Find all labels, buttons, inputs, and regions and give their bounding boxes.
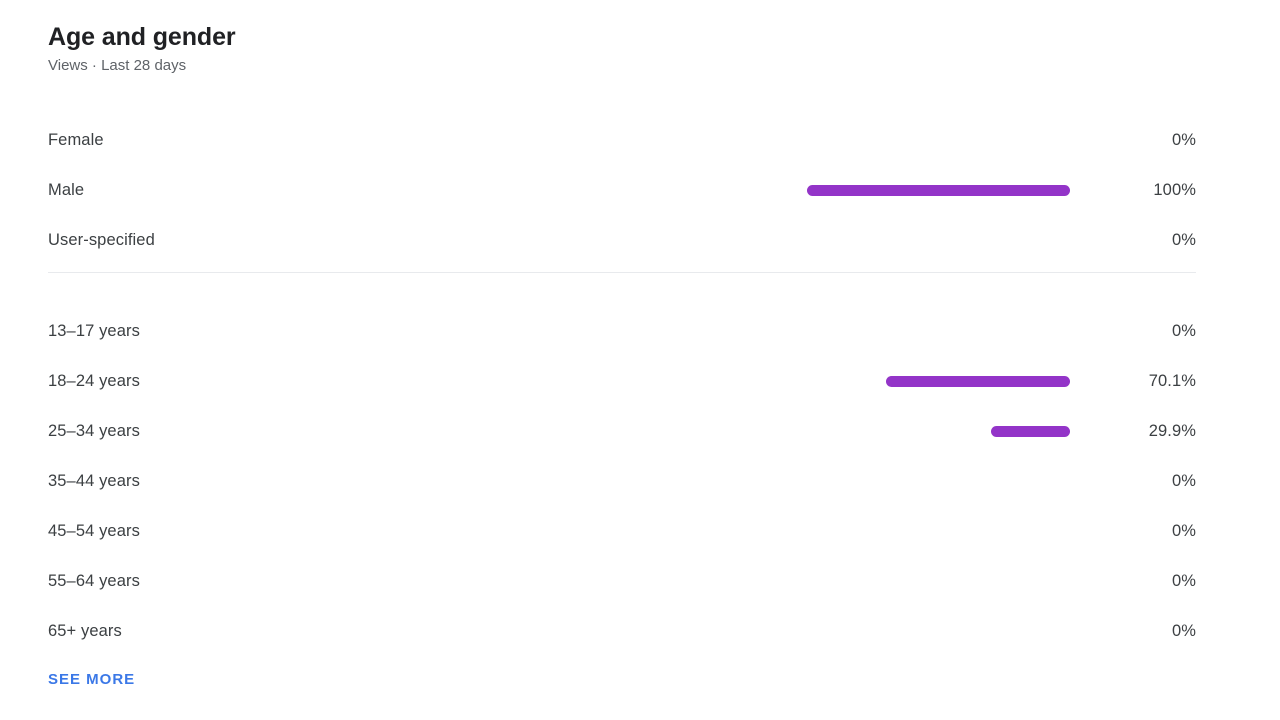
stat-bar-fill <box>807 184 1070 196</box>
stat-row-label: 13–17 years <box>48 321 140 340</box>
stat-bar-fill <box>991 425 1070 437</box>
stat-bar-track <box>807 626 1070 637</box>
stat-row-value: 0% <box>1171 130 1196 149</box>
card-header: Age and gender Views · Last 28 days <box>48 22 236 77</box>
stat-bar-track <box>807 326 1070 337</box>
stat-row-label: Female <box>48 130 104 149</box>
stat-row: 65+ years 0% <box>48 606 1196 656</box>
stat-row-label: 55–64 years <box>48 571 140 590</box>
stat-row-label: User-specified <box>48 230 155 249</box>
stat-row-value: 29.9% <box>1148 421 1196 440</box>
stat-row: Female 0% <box>48 115 1196 165</box>
stat-row-value: 0% <box>1171 230 1196 249</box>
stat-row-value: 100% <box>1153 180 1196 199</box>
stat-row-label: 65+ years <box>48 621 122 640</box>
page-title: Age and gender <box>48 23 236 51</box>
stat-row-value: 0% <box>1171 621 1196 640</box>
stat-row: 25–34 years 29.9% <box>48 406 1196 456</box>
stat-row: 45–54 years 0% <box>48 506 1196 556</box>
age-breakdown-list: 13–17 years 0% 18–24 years 70.1% 25–34 years… <box>48 306 1196 656</box>
age-and-gender-card: Age and gender Views · Last 28 days Fema… <box>0 0 1280 720</box>
stat-bar-track <box>807 184 1070 196</box>
stat-row: User-specified 0% <box>48 215 1196 265</box>
stat-row-label: 35–44 years <box>48 471 140 490</box>
stat-row: 13–17 years 0% <box>48 306 1196 356</box>
gender-breakdown-list: Female 0% Male 100% User-specified 0% <box>48 115 1196 265</box>
stat-bar-track <box>807 526 1070 537</box>
stat-bar-track <box>807 375 1070 387</box>
stat-bar-track <box>807 576 1070 587</box>
stat-bar-track <box>807 425 1070 437</box>
stat-bar-track <box>807 476 1070 487</box>
card-subtitle: Views · Last 28 days <box>48 57 187 74</box>
stat-row: Male 100% <box>48 165 1196 215</box>
stat-row: 55–64 years 0% <box>48 556 1196 606</box>
stat-row-value: 70.1% <box>1148 371 1196 390</box>
stat-bar-track <box>807 235 1070 246</box>
stat-row-label: 25–34 years <box>48 421 140 440</box>
stat-row: 18–24 years 70.1% <box>48 356 1196 406</box>
stat-row: 35–44 years 0% <box>48 456 1196 506</box>
stat-row-value: 0% <box>1171 571 1196 590</box>
section-divider <box>48 272 1196 273</box>
stat-row-value: 0% <box>1171 321 1196 340</box>
see-more-button[interactable]: SEE MORE <box>48 671 135 688</box>
stat-row-label: 18–24 years <box>48 371 140 390</box>
stat-row-value: 0% <box>1171 521 1196 540</box>
stat-row-value: 0% <box>1171 471 1196 490</box>
stat-bar-fill <box>885 375 1070 387</box>
stat-bar-track <box>807 135 1070 146</box>
stat-row-label: Male <box>48 180 85 199</box>
stat-row-label: 45–54 years <box>48 521 140 540</box>
